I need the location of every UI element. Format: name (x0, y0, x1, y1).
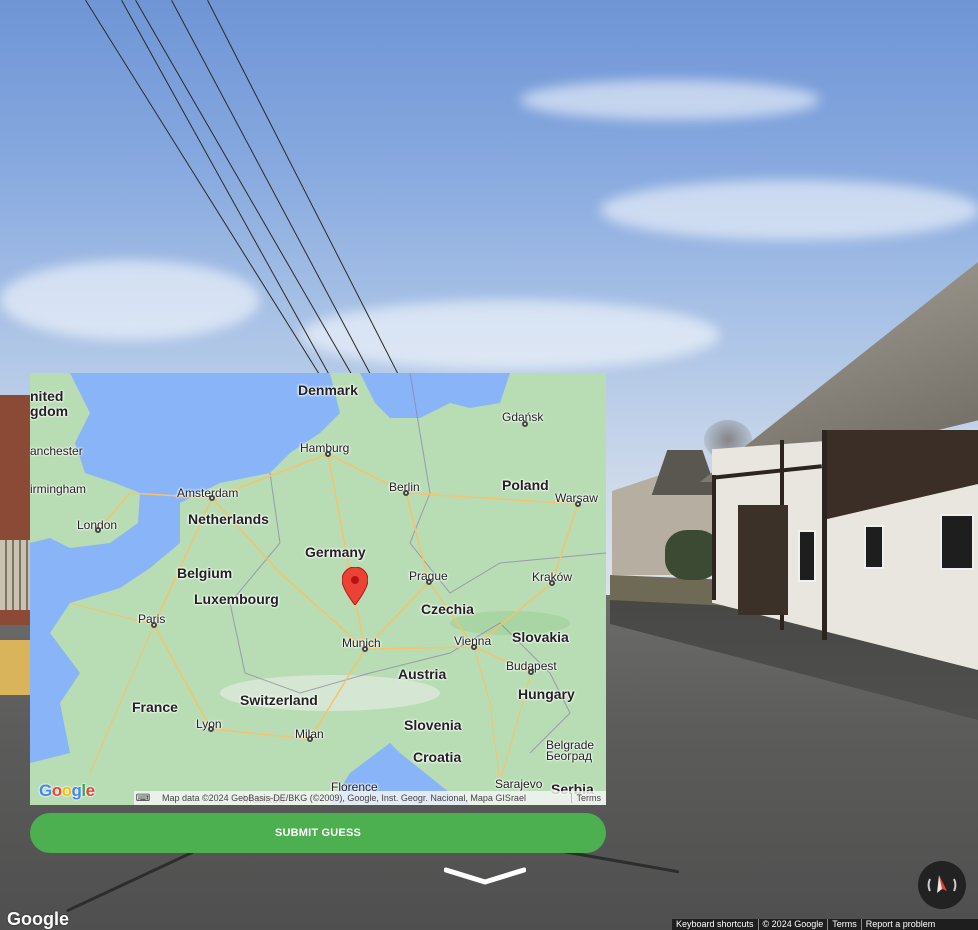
barn-door (738, 505, 788, 615)
map-city-dot (471, 644, 477, 650)
map-city-label: Sarajevo (495, 777, 543, 791)
keyboard-shortcuts-link[interactable]: Keyboard shortcuts (672, 919, 759, 930)
map-country-label: Austria (398, 666, 447, 682)
map-google-logo: Google (39, 781, 95, 800)
map-country-label: Slovakia (512, 629, 569, 645)
map-attribution-bar: ⌨ Map data ©2024 GeoBasis-DE/BKG (©2009)… (134, 791, 606, 805)
keyboard-icon[interactable]: ⌨ (134, 793, 152, 804)
cloud (600, 180, 978, 240)
left-fence (0, 540, 32, 610)
house-window (940, 514, 974, 570)
map-country-label: Netherlands (188, 511, 269, 527)
guess-map[interactable]: Denmark Poland Netherlands Germany Belgium Lu… (30, 373, 606, 805)
map-city-dot (528, 669, 534, 675)
map-country-label: Czechia (421, 601, 474, 617)
map-country-label: nited (30, 388, 64, 404)
map-country-label: Belgium (177, 565, 233, 581)
map-city-dot (426, 579, 432, 585)
map-terms-link[interactable]: Terms (570, 793, 607, 803)
map-city-dot (522, 421, 528, 427)
map-city-dot (95, 527, 101, 533)
map-city-dot (325, 451, 331, 457)
compass-icon[interactable] (918, 861, 966, 909)
map-country-label: Germany (305, 544, 366, 560)
map-country-label: Denmark (298, 382, 358, 398)
cloud (0, 260, 260, 340)
terms-link[interactable]: Terms (828, 919, 862, 930)
map-country-label: Luxembourg (194, 591, 279, 607)
left-object (0, 640, 32, 695)
timber-beam (822, 430, 827, 640)
guess-pin-icon[interactable] (342, 567, 368, 605)
map-city-dot (151, 622, 157, 628)
map-city-dot (208, 726, 214, 732)
report-problem-link[interactable]: Report a problem (862, 919, 940, 930)
map-country-label: Switzerland (240, 692, 318, 708)
google-logo: Google (7, 909, 69, 929)
map-data-attribution: Map data ©2024 GeoBasis-DE/BKG (©2009), … (162, 793, 526, 803)
map-city-label: Београд (546, 749, 592, 763)
map-city-label: anchester (30, 444, 83, 458)
copyright-text: © 2024 Google (759, 919, 829, 930)
chevron-down-icon[interactable] (444, 866, 526, 886)
map-city-dot (403, 490, 409, 496)
map-city-dot (307, 736, 313, 742)
map-city-dot (209, 495, 215, 501)
map-country-label: Poland (502, 477, 549, 493)
street-view-footer: Keyboard shortcuts © 2024 Google Terms R… (672, 919, 978, 930)
map-country-label: Hungary (518, 686, 575, 702)
map-city-label: irmingham (30, 482, 87, 496)
map-city-label: Amsterdam (177, 486, 239, 500)
timber-beam (712, 475, 716, 600)
house-window (798, 530, 816, 582)
house-window (864, 525, 884, 569)
map-city-dot (362, 646, 368, 652)
map-country-label: France (132, 699, 178, 715)
map-city-dot (575, 501, 581, 507)
cloud (520, 80, 820, 120)
map-city-dot (549, 580, 555, 586)
map-country-label: Slovenia (404, 717, 462, 733)
map-country-label: Croatia (413, 749, 462, 765)
submit-guess-button[interactable]: SUBMIT GUESS (30, 813, 606, 853)
map-country-label: gdom (30, 403, 69, 419)
